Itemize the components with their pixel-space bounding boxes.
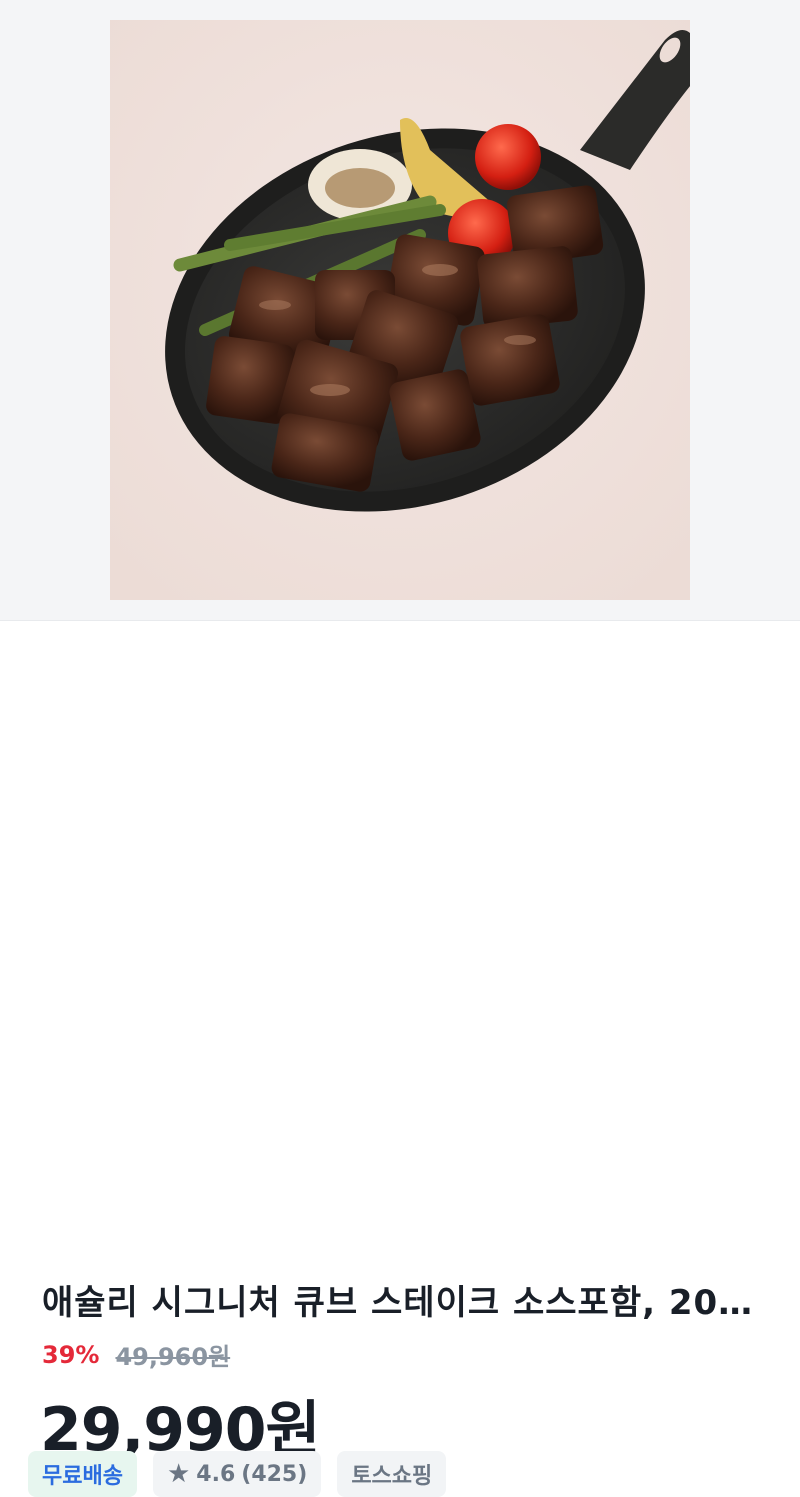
product-image[interactable] (110, 20, 690, 600)
badge-row: 무료배송 ★ 4.6 (425) 토스쇼핑 (28, 1451, 447, 1497)
rating-badge[interactable]: ★ 4.6 (425) (152, 1451, 322, 1497)
original-price: 49,960원 (115, 1343, 231, 1371)
store-name: 토스쇼핑 (351, 1464, 433, 1489)
free-shipping-label: 무료배송 (42, 1464, 123, 1489)
free-shipping-badge: 무료배송 (28, 1451, 137, 1497)
discount-rate: 39% (42, 1340, 100, 1369)
product-title[interactable]: 애슐리 시그니처 큐브 스테이크 소스포함, 20… (42, 1275, 762, 1324)
price-discount-row: 39% 49,960원 (42, 1337, 230, 1372)
product-image-area (0, 0, 800, 621)
store-badge[interactable]: 토스쇼핑 (337, 1451, 447, 1497)
star-icon: ★ (166, 1459, 191, 1489)
rating-value: 4.6 (196, 1461, 236, 1487)
review-count: (425) (241, 1461, 308, 1487)
